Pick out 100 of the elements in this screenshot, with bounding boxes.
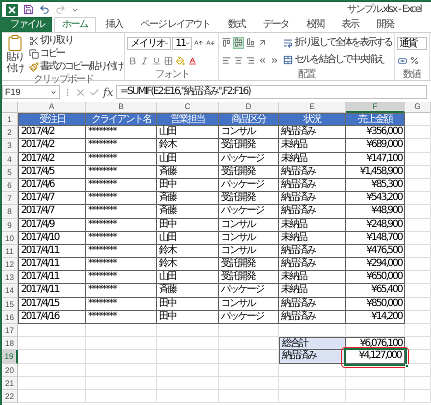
row-number[interactable]: 14 (2, 284, 18, 298)
sheet-cell[interactable] (18, 350, 86, 364)
sheet-cell[interactable] (405, 376, 431, 390)
sheet-cell[interactable] (18, 364, 86, 377)
font-color-icon[interactable] (187, 54, 198, 66)
sheet-cell[interactable] (405, 192, 431, 206)
copy-button[interactable]: コピー (29, 48, 122, 60)
sheet-cell[interactable] (157, 350, 219, 364)
cut-button[interactable]: 切り取り (29, 34, 122, 47)
sheet-cell[interactable] (405, 205, 431, 218)
row-number[interactable]: 10 (2, 232, 18, 245)
format-painter-button[interactable]: 書式のコピー/貼り付け (29, 61, 122, 74)
paste-button[interactable]: 貼り付け (4, 34, 26, 74)
select-all-corner[interactable] (2, 102, 18, 113)
sheet-cell[interactable] (405, 244, 431, 258)
row-number[interactable]: 20 (2, 364, 18, 377)
wrap-text-button[interactable]: 折り返して全体を表示する (283, 36, 392, 49)
row-number[interactable]: 18 (2, 337, 18, 350)
insert-function-button[interactable]: fx (103, 86, 114, 98)
row-number[interactable]: 19 (2, 350, 18, 364)
column-heading[interactable]: C (157, 102, 219, 113)
row-number[interactable]: 15 (2, 298, 18, 311)
row-number[interactable]: 4 (2, 152, 18, 166)
sheet-cell[interactable] (346, 390, 405, 404)
sheet-cell[interactable] (279, 364, 346, 377)
sheet-cell[interactable] (219, 376, 279, 390)
vertical-align-button[interactable] (233, 36, 244, 49)
redo-icon[interactable] (55, 4, 66, 15)
row-number[interactable]: 12 (2, 258, 18, 272)
column-heading[interactable]: G (405, 102, 431, 113)
column-heading[interactable]: F (346, 102, 405, 113)
sheet-cell[interactable] (86, 337, 157, 350)
font-size-field[interactable]: 11 (172, 36, 192, 50)
row-number[interactable]: 11 (2, 244, 18, 258)
column-heading[interactable]: B (86, 102, 157, 113)
name-box[interactable]: F19 (2, 85, 60, 99)
ribbon-tab[interactable]: ホーム (54, 17, 96, 32)
column-heading[interactable]: A (18, 102, 86, 113)
sheet-cell[interactable] (405, 126, 431, 140)
sheet-cell[interactable] (157, 390, 219, 404)
sheet-cell[interactable] (86, 364, 157, 377)
sheet-cell[interactable] (219, 390, 279, 404)
sheet-cell[interactable] (157, 337, 219, 350)
sheet-cell[interactable] (279, 376, 346, 390)
sheet-cell[interactable] (405, 298, 431, 311)
merge-center-button[interactable]: セルを結合して中央揃え (283, 54, 392, 66)
vertical-align-button[interactable] (245, 36, 256, 49)
sheet-cell[interactable] (18, 390, 86, 404)
sheet-cell[interactable] (405, 390, 431, 404)
cancel-icon[interactable] (75, 86, 86, 98)
sheet-cell[interactable] (219, 364, 279, 377)
sheet-cell[interactable] (18, 324, 86, 338)
sheet-cell[interactable] (86, 324, 157, 338)
row-number[interactable]: 8 (2, 205, 18, 218)
save-icon[interactable] (23, 4, 34, 15)
sheet-cell[interactable] (405, 113, 431, 126)
row-number[interactable]: 22 (2, 390, 18, 404)
sheet-cell[interactable] (405, 178, 431, 192)
sheet-cell[interactable] (346, 376, 405, 390)
sheet-cell[interactable] (346, 364, 405, 377)
fill-color-icon[interactable] (175, 54, 186, 66)
sheet-cell[interactable] (219, 324, 279, 338)
sheet-cell[interactable] (405, 310, 431, 324)
sheet-cell[interactable] (157, 324, 219, 338)
sheet-cell[interactable] (86, 350, 157, 364)
sheet-cell[interactable] (405, 324, 431, 338)
number-format-field[interactable]: 通貨 (396, 36, 427, 50)
row-number[interactable]: 21 (2, 376, 18, 390)
row-number[interactable]: 6 (2, 178, 18, 192)
sheet-cell[interactable] (405, 258, 431, 272)
enter-icon[interactable] (89, 86, 100, 98)
row-number[interactable]: 3 (2, 139, 18, 153)
row-number[interactable]: 17 (2, 324, 18, 338)
row-number[interactable]: 9 (2, 218, 18, 232)
fill-handle[interactable] (405, 364, 409, 368)
row-number[interactable]: 1 (2, 113, 18, 126)
percent-icon[interactable] (408, 54, 420, 66)
sheet-cell[interactable] (86, 390, 157, 404)
sheet-cell[interactable] (157, 376, 219, 390)
row-number[interactable]: 16 (2, 310, 18, 324)
sheet-cell[interactable] (405, 364, 431, 377)
file-tab[interactable]: ファイル (2, 17, 52, 32)
undo-icon[interactable] (39, 4, 50, 15)
sheet-cell[interactable] (18, 337, 86, 350)
sheet-cell[interactable] (405, 284, 431, 298)
sheet-cell[interactable] (405, 152, 431, 166)
formula-field[interactable]: =SUMIF(E2:E16,"納品済み",F2:F16) (116, 85, 427, 99)
row-number[interactable]: 13 (2, 271, 18, 284)
vertical-align-button[interactable] (221, 36, 232, 49)
sheet-cell[interactable] (405, 350, 431, 364)
column-heading[interactable]: D (219, 102, 279, 113)
row-number[interactable]: 2 (2, 126, 18, 140)
sheet-cell[interactable] (405, 139, 431, 153)
sheet-cell[interactable] (405, 218, 431, 232)
row-number[interactable]: 5 (2, 166, 18, 179)
sheet-cell[interactable] (86, 376, 157, 390)
column-heading[interactable]: E (279, 102, 346, 113)
font-name-field[interactable]: メイリオ (127, 36, 172, 50)
sheet-cell[interactable] (405, 166, 431, 179)
sheet-cell[interactable] (18, 376, 86, 390)
